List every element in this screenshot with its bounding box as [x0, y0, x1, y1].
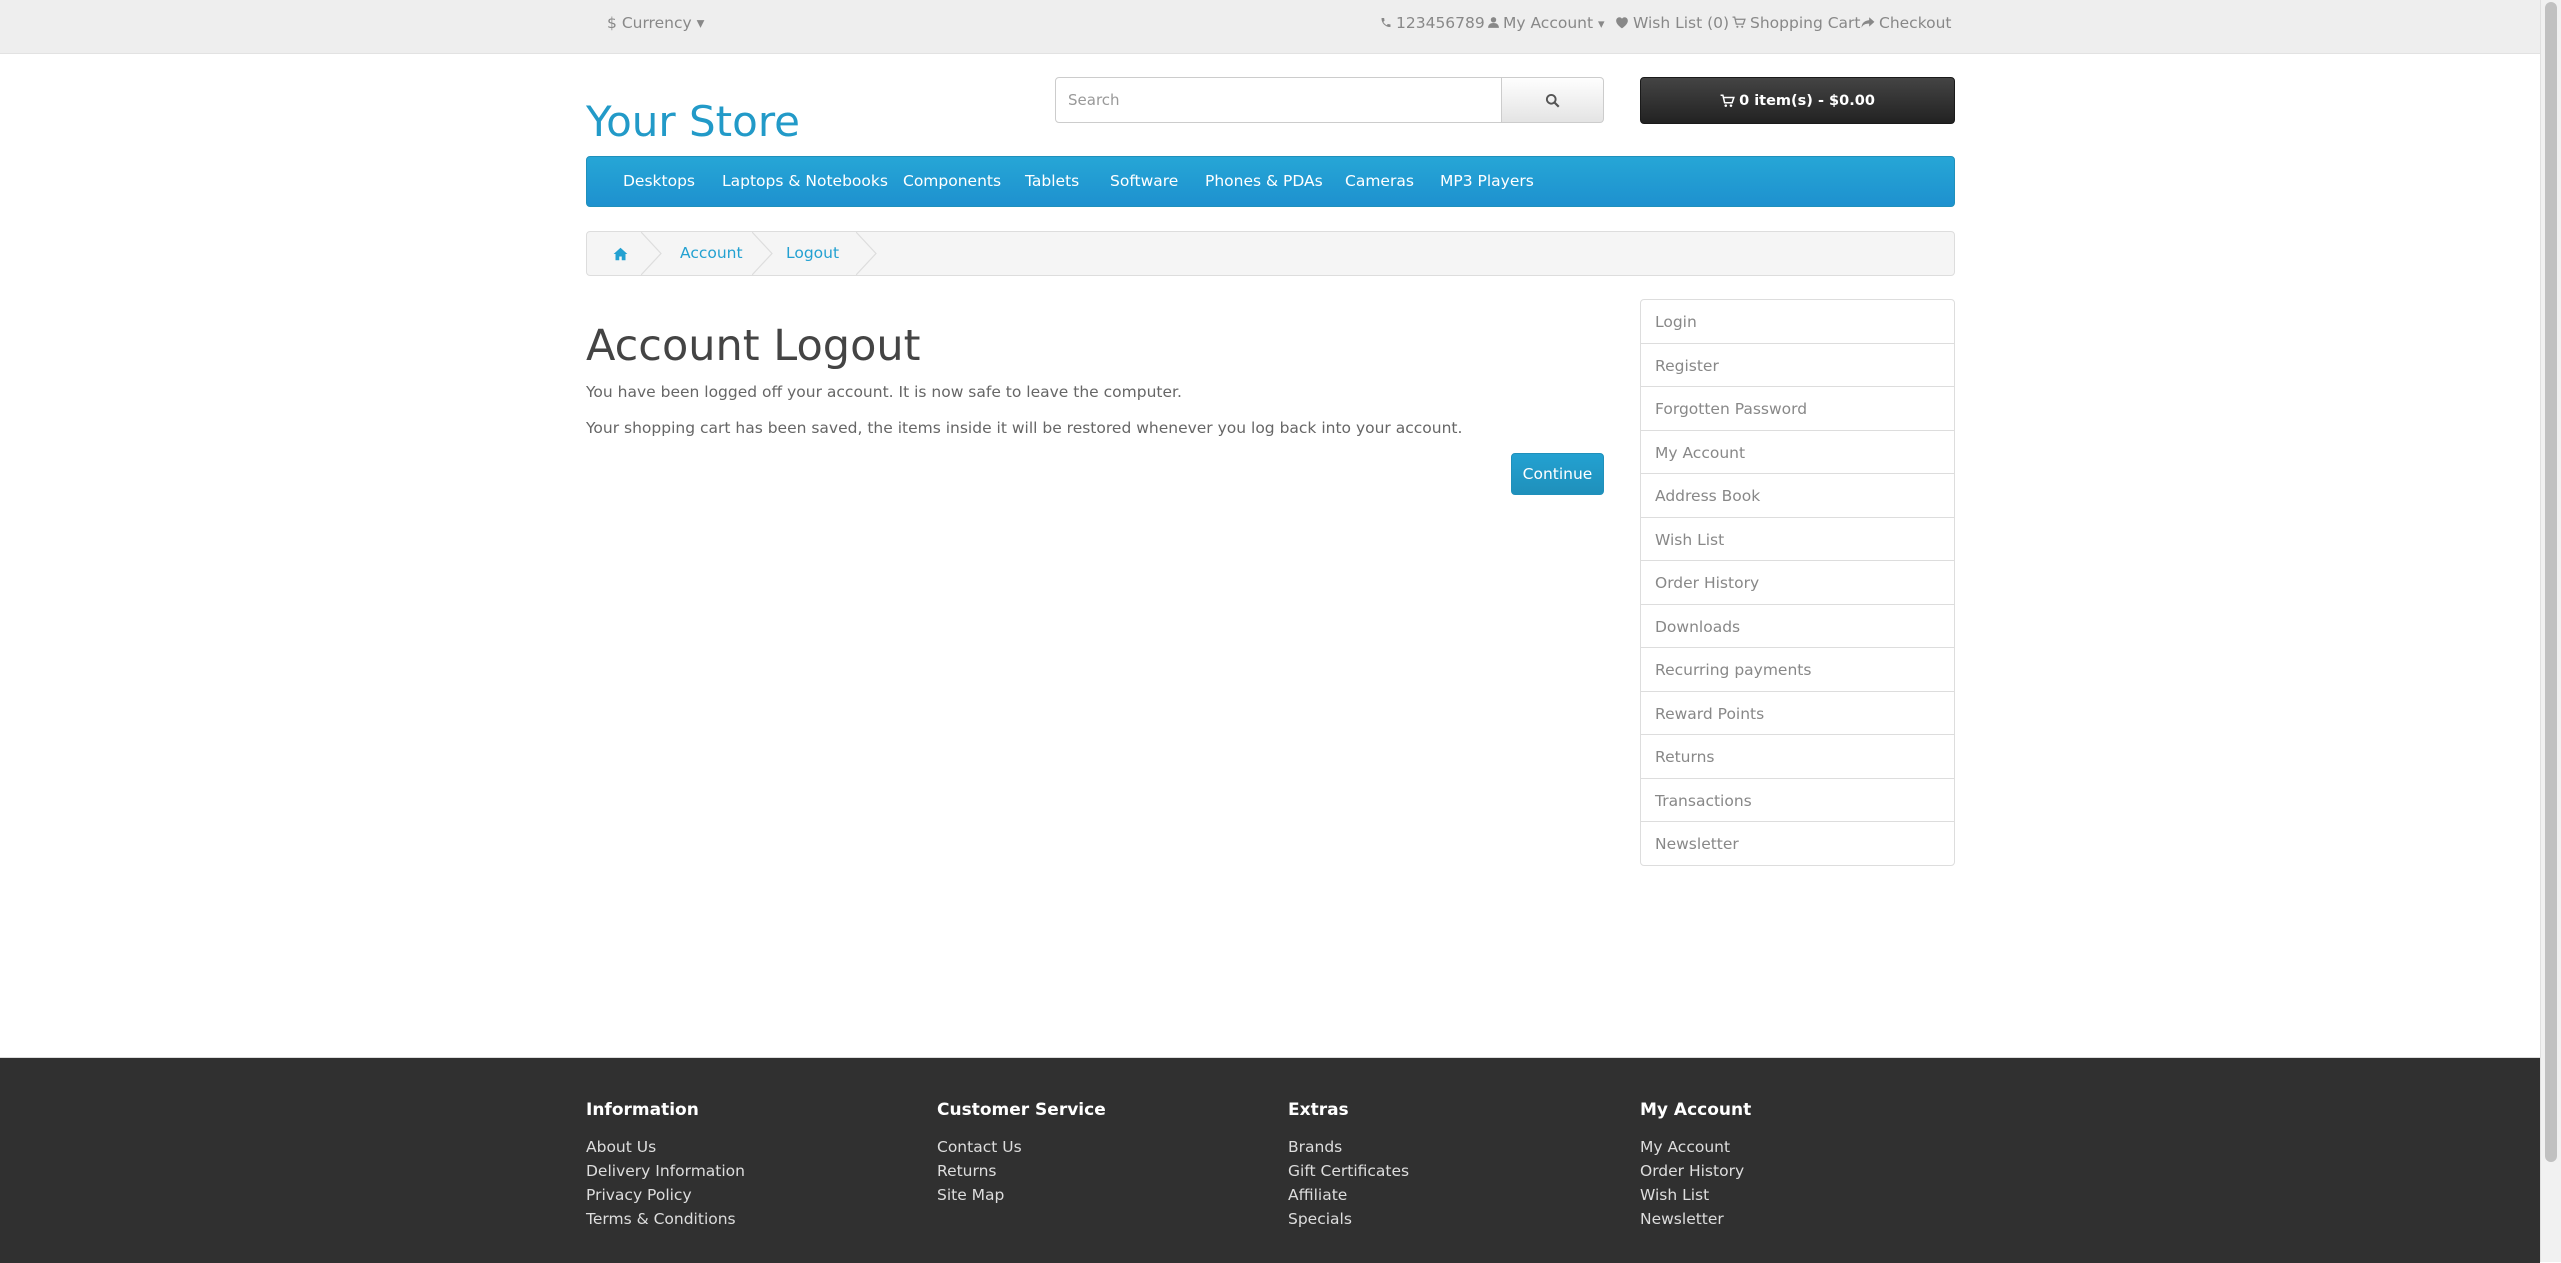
- phone-icon: [1381, 17, 1391, 27]
- menu-item-components[interactable]: Components: [903, 157, 1001, 206]
- account-link-newsletter[interactable]: Newsletter: [1640, 821, 1955, 866]
- cart-saved-message: Your shopping cart has been saved, the i…: [586, 419, 1463, 437]
- caret-down-icon: ▾: [696, 14, 705, 32]
- account-link-forgotten-password[interactable]: Forgotten Password: [1640, 386, 1955, 431]
- footer-link-order-history[interactable]: Order History: [1640, 1161, 1744, 1181]
- page-title: Account Logout: [586, 321, 921, 371]
- my-account-label: My Account: [1503, 14, 1594, 32]
- wishlist-link[interactable]: Wish List (0): [1615, 0, 1729, 47]
- account-link-downloads[interactable]: Downloads: [1640, 603, 1955, 648]
- account-link-recurring-payments[interactable]: Recurring payments: [1640, 647, 1955, 692]
- my-account-dropdown[interactable]: My Account ▾: [1488, 0, 1605, 47]
- account-link-register[interactable]: Register: [1640, 342, 1955, 387]
- cart-icon: [1732, 15, 1746, 28]
- breadcrumb-home[interactable]: [613, 232, 628, 275]
- search-icon: [1545, 93, 1560, 108]
- footer-link-my-account[interactable]: My Account: [1640, 1137, 1730, 1157]
- heart-icon: [1616, 16, 1628, 28]
- footer-heading-my-account: My Account: [1640, 1100, 1752, 1120]
- breadcrumb-separator: [856, 232, 877, 275]
- footer-heading-customer-service: Customer Service: [937, 1100, 1106, 1120]
- shopping-cart-link[interactable]: Shopping Cart: [1732, 0, 1861, 47]
- footer-heading-information: Information: [586, 1100, 699, 1120]
- footer-link-returns[interactable]: Returns: [937, 1161, 997, 1181]
- checkout-label: Checkout: [1879, 14, 1952, 32]
- breadcrumb-account[interactable]: Account: [680, 232, 743, 275]
- dollar-icon: $: [607, 14, 617, 32]
- menu-item-tablets[interactable]: Tablets: [1025, 157, 1079, 206]
- cart-summary: 0 item(s) - $0.00: [1739, 92, 1875, 109]
- account-link-address-book[interactable]: Address Book: [1640, 473, 1955, 518]
- footer-link-newsletter[interactable]: Newsletter: [1640, 1209, 1724, 1229]
- continue-button[interactable]: Continue: [1511, 453, 1604, 495]
- menu-item-mp3[interactable]: MP3 Players: [1440, 157, 1534, 206]
- footer-link-about-us[interactable]: About Us: [586, 1137, 656, 1157]
- footer-heading-extras: Extras: [1288, 1100, 1349, 1120]
- breadcrumb-separator: [752, 232, 773, 275]
- breadcrumb-separator: [641, 232, 662, 275]
- main-menu: Desktops Laptops & Notebooks Components …: [586, 156, 1955, 207]
- account-link-my-account[interactable]: My Account: [1640, 429, 1955, 474]
- menu-item-phones[interactable]: Phones & PDAs: [1205, 157, 1323, 206]
- home-icon: [613, 247, 628, 260]
- account-link-wish-list[interactable]: Wish List: [1640, 516, 1955, 561]
- top-bar: $ Currency ▾ 123456789 My Account ▾ Wish…: [0, 0, 2540, 54]
- shopping-cart-label: Shopping Cart: [1750, 14, 1861, 32]
- breadcrumb: Account Logout: [586, 231, 1955, 276]
- footer: [0, 1057, 2540, 1263]
- search-button[interactable]: [1502, 77, 1604, 123]
- menu-item-desktops[interactable]: Desktops: [623, 157, 695, 206]
- menu-item-cameras[interactable]: Cameras: [1345, 157, 1414, 206]
- footer-link-wish-list[interactable]: Wish List: [1640, 1185, 1709, 1205]
- account-link-reward-points[interactable]: Reward Points: [1640, 690, 1955, 735]
- breadcrumb-logout[interactable]: Logout: [786, 232, 839, 275]
- footer-link-affiliate[interactable]: Affiliate: [1288, 1185, 1347, 1205]
- search-input[interactable]: Search: [1055, 77, 1502, 123]
- scrollbar-thumb[interactable]: [2545, 2, 2557, 1162]
- footer-link-privacy[interactable]: Privacy Policy: [586, 1185, 692, 1205]
- vertical-scrollbar[interactable]: [2540, 0, 2561, 1262]
- phone-link[interactable]: 123456789: [1380, 0, 1485, 47]
- wishlist-label: Wish List (0): [1633, 14, 1730, 32]
- cart-icon: [1720, 93, 1735, 107]
- footer-link-terms[interactable]: Terms & Conditions: [586, 1209, 736, 1229]
- user-icon: [1488, 16, 1499, 28]
- menu-item-software[interactable]: Software: [1110, 157, 1178, 206]
- account-link-returns[interactable]: Returns: [1640, 734, 1955, 779]
- footer-link-brands[interactable]: Brands: [1288, 1137, 1342, 1157]
- account-link-order-history[interactable]: Order History: [1640, 560, 1955, 605]
- footer-link-site-map[interactable]: Site Map: [937, 1185, 1004, 1205]
- account-link-transactions[interactable]: Transactions: [1640, 777, 1955, 822]
- logout-message: You have been logged off your account. I…: [586, 383, 1182, 401]
- account-link-login[interactable]: Login: [1640, 299, 1955, 344]
- cart-button[interactable]: 0 item(s) - $0.00: [1640, 77, 1955, 124]
- share-icon: [1861, 16, 1875, 28]
- caret-down-icon: ▾: [1598, 17, 1605, 32]
- phone-number: 123456789: [1396, 14, 1485, 32]
- currency-label: Currency: [621, 14, 692, 32]
- store-logo[interactable]: Your Store: [586, 94, 800, 150]
- footer-link-contact-us[interactable]: Contact Us: [937, 1137, 1022, 1157]
- footer-link-specials[interactable]: Specials: [1288, 1209, 1352, 1229]
- footer-link-delivery[interactable]: Delivery Information: [586, 1161, 745, 1181]
- checkout-link[interactable]: Checkout: [1861, 0, 1952, 47]
- account-links: Login Register Forgotten Password My Acc…: [1640, 299, 1955, 866]
- menu-item-laptops[interactable]: Laptops & Notebooks: [722, 157, 888, 206]
- footer-link-gift-certificates[interactable]: Gift Certificates: [1288, 1161, 1409, 1181]
- currency-dropdown[interactable]: $ Currency ▾: [607, 0, 704, 47]
